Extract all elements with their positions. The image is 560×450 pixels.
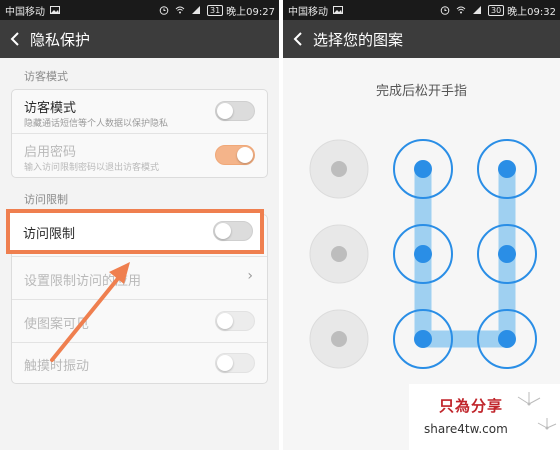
- pattern-node-7[interactable]: [309, 309, 369, 369]
- pattern-node-1[interactable]: [309, 139, 369, 199]
- privacy-settings-screen: 中国移动 31 晚上09:27 隐私保护 访客模式 访客模式 隐藏通话短信等个人…: [0, 0, 279, 450]
- pattern-grid[interactable]: [283, 0, 560, 450]
- watermark-title: 只為分享: [439, 397, 504, 415]
- dandelion-icon: [517, 392, 557, 430]
- pattern-node-4[interactable]: [309, 224, 369, 284]
- watermark: 只為分享 share4tw.com: [409, 384, 560, 450]
- watermark-url: share4tw.com: [424, 422, 508, 436]
- annotation-arrow: [50, 262, 130, 362]
- pattern-setup-screen: 中国移动 30 晚上09:32 选择您的图案 完成后松开手指: [283, 0, 560, 450]
